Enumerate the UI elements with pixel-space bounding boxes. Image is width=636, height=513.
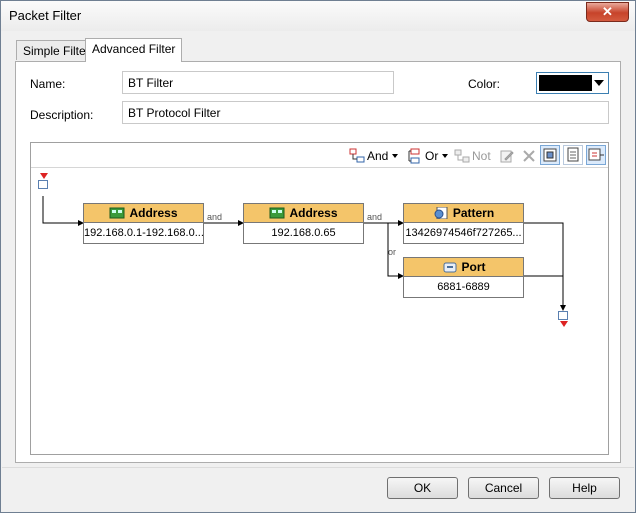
- color-dropdown[interactable]: [536, 72, 609, 94]
- view-toggle-1[interactable]: [540, 145, 560, 165]
- close-icon: ✕: [602, 4, 613, 19]
- address-node-2-value[interactable]: 192.168.0.65: [243, 223, 364, 244]
- address-node-1-value[interactable]: 192.168.0.1-192.168.0...: [83, 223, 204, 244]
- port-icon: [443, 262, 456, 273]
- and-icon: [349, 148, 365, 164]
- color-label: Color:: [468, 77, 501, 91]
- ok-button[interactable]: OK: [387, 477, 458, 499]
- close-button[interactable]: ✕: [586, 2, 629, 22]
- tab-advanced-filter[interactable]: Advanced Filter: [85, 38, 183, 62]
- packet-filter-dialog: Packet Filter ✕ Simple Filter Advanced F…: [0, 0, 636, 513]
- description-label: Description:: [30, 108, 94, 122]
- color-swatch: [539, 75, 592, 91]
- port-node-header[interactable]: Port: [403, 257, 524, 277]
- pattern-icon: [434, 207, 448, 219]
- end-arrow-icon: [560, 321, 568, 327]
- layout-icon: [543, 148, 557, 162]
- filter-canvas[interactable]: And Or Not Address 192.168.0.1-192.168.0…: [30, 142, 609, 455]
- port-node-value[interactable]: 6881-6889: [403, 277, 524, 298]
- view-toggle-2[interactable]: [563, 145, 583, 165]
- name-label: Name:: [30, 77, 66, 91]
- or-icon: [407, 148, 423, 164]
- or-label: Or: [425, 149, 439, 163]
- and-connector-1: and: [207, 212, 223, 222]
- view-toggle-3[interactable]: [586, 145, 606, 165]
- name-input[interactable]: [122, 71, 394, 94]
- chevron-down-icon: [594, 80, 604, 86]
- window-title: Packet Filter: [9, 8, 82, 23]
- pattern-node-header[interactable]: Pattern: [403, 203, 524, 223]
- cancel-button[interactable]: Cancel: [468, 477, 539, 499]
- filter-toolbar: And Or Not: [31, 143, 608, 168]
- title-bar: Packet Filter ✕: [1, 1, 635, 31]
- not-icon: [454, 148, 470, 164]
- start-arrow-icon: [40, 173, 48, 179]
- address-node-1-header[interactable]: Address: [83, 203, 204, 223]
- network-card-icon: [109, 207, 125, 219]
- and-connector-2: and: [367, 212, 383, 222]
- or-connector: or: [388, 247, 397, 257]
- not-label: Not: [472, 149, 491, 163]
- help-button[interactable]: Help: [549, 477, 620, 499]
- end-terminal: [558, 311, 568, 320]
- not-button[interactable]: Not: [454, 146, 491, 166]
- and-label: And: [367, 149, 389, 163]
- document-icon: [567, 147, 579, 162]
- or-button[interactable]: Or: [407, 146, 449, 166]
- port-node-title: Port: [461, 260, 486, 274]
- edit-button[interactable]: [499, 146, 515, 166]
- pencil-icon: [499, 148, 515, 164]
- address-node-2-header[interactable]: Address: [243, 203, 364, 223]
- pattern-node-value[interactable]: 13426974546f727265...: [403, 223, 524, 244]
- address-node-2-title: Address: [289, 206, 338, 220]
- pattern-node-title: Pattern: [452, 206, 495, 220]
- chevron-down-icon: [442, 154, 449, 158]
- and-button[interactable]: And: [349, 146, 399, 166]
- export-icon: [588, 148, 604, 161]
- address-node-1-title: Address: [129, 206, 178, 220]
- footer-separator: [2, 467, 634, 468]
- network-card-icon: [269, 207, 285, 219]
- delete-button[interactable]: [521, 146, 537, 166]
- start-terminal: [38, 180, 48, 189]
- delete-icon: [521, 148, 537, 164]
- chevron-down-icon: [392, 154, 399, 158]
- description-input[interactable]: [122, 101, 609, 124]
